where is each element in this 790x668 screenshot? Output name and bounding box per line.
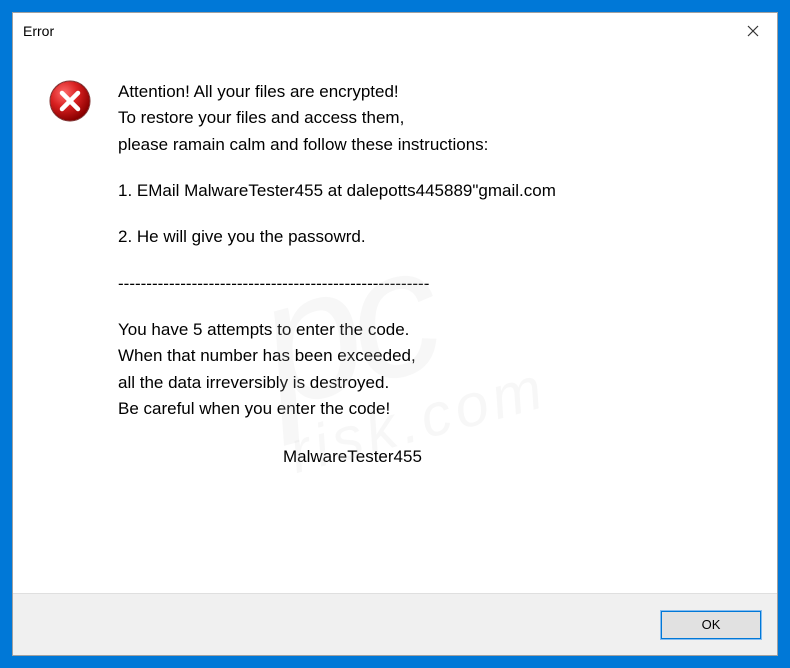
ok-button[interactable]: OK <box>661 611 761 639</box>
message-line: Attention! All your files are encrypted! <box>118 79 747 105</box>
icon-column <box>48 79 108 573</box>
content-area: Attention! All your files are encrypted!… <box>13 49 777 593</box>
titlebar: Error <box>13 13 777 49</box>
dialog-title: Error <box>23 23 54 39</box>
close-icon <box>747 25 759 37</box>
button-area: OK <box>13 593 777 655</box>
message-line: Be careful when you enter the code! <box>118 396 747 422</box>
message-line: To restore your files and access them, <box>118 105 747 131</box>
message-line: all the data irreversibly is destroyed. <box>118 370 747 396</box>
message-line: You have 5 attempts to enter the code. <box>118 317 747 343</box>
error-dialog: Error <box>12 12 778 656</box>
message-line: please ramain calm and follow these inst… <box>118 132 747 158</box>
close-button[interactable] <box>729 13 777 49</box>
message-line: When that number has been exceeded, <box>118 343 747 369</box>
message-line: 1. EMail MalwareTester455 at dalepotts44… <box>118 178 747 204</box>
message-divider: ----------------------------------------… <box>118 271 747 297</box>
message-line: 2. He will give you the passowrd. <box>118 224 747 250</box>
message-text: Attention! All your files are encrypted!… <box>108 79 747 573</box>
error-icon <box>48 79 92 123</box>
message-signature: MalwareTester455 <box>118 444 747 470</box>
